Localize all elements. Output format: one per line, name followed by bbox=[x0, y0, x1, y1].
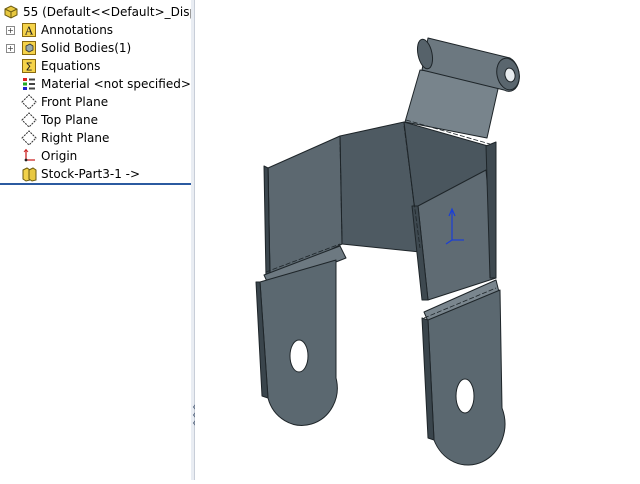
equations-icon: Σ bbox=[21, 58, 37, 74]
tree-item-stock-part[interactable]: Stock-Part3-1 -> bbox=[0, 165, 191, 183]
solid-bodies-icon bbox=[21, 40, 37, 56]
tree-item-annotations[interactable]: + A Annotations bbox=[0, 21, 191, 39]
feature-manager-tree: 55 (Default<<Default>_Displ + A Annotati… bbox=[0, 0, 192, 480]
part-icon bbox=[3, 4, 19, 20]
stock-part-icon bbox=[21, 166, 37, 182]
tree-item-right-plane[interactable]: Right Plane bbox=[0, 129, 191, 147]
tree-root-label: 55 (Default<<Default>_Displ bbox=[23, 5, 192, 19]
annotations-icon: A bbox=[21, 22, 37, 38]
svg-text:Σ: Σ bbox=[26, 61, 33, 74]
expand-icon[interactable]: + bbox=[6, 26, 15, 35]
expand-icon[interactable]: + bbox=[6, 44, 15, 53]
tree-item-label: Material <not specified> - bbox=[41, 77, 192, 91]
tree-item-front-plane[interactable]: Front Plane bbox=[0, 93, 191, 111]
tree-item-origin[interactable]: Origin bbox=[0, 147, 191, 165]
svg-text:A: A bbox=[24, 25, 34, 38]
tree-item-material[interactable]: Material <not specified> - bbox=[0, 75, 191, 93]
graphics-viewport[interactable] bbox=[195, 0, 640, 480]
tree-item-top-plane[interactable]: Top Plane bbox=[0, 111, 191, 129]
material-icon bbox=[21, 76, 37, 92]
plane-icon bbox=[21, 94, 37, 110]
tree-item-label: Annotations bbox=[41, 23, 114, 37]
tree-item-label: Top Plane bbox=[41, 113, 98, 127]
tree-root-part[interactable]: 55 (Default<<Default>_Displ bbox=[0, 3, 191, 21]
plane-icon bbox=[21, 130, 37, 146]
tree-item-label: Solid Bodies(1) bbox=[41, 41, 132, 55]
tree-item-label: Origin bbox=[41, 149, 78, 163]
tree-item-label: Right Plane bbox=[41, 131, 110, 145]
plane-icon bbox=[21, 112, 37, 128]
origin-icon bbox=[21, 148, 37, 164]
tree-item-label: Equations bbox=[41, 59, 101, 73]
tree-item-label: Front Plane bbox=[41, 95, 109, 109]
tree-item-solid-bodies[interactable]: + Solid Bodies(1) bbox=[0, 39, 191, 57]
tree-item-equations[interactable]: Σ Equations bbox=[0, 57, 191, 75]
sheet-metal-bracket-model bbox=[255, 37, 520, 466]
rollback-bar[interactable] bbox=[0, 183, 191, 185]
tree-item-label: Stock-Part3-1 -> bbox=[41, 167, 141, 181]
